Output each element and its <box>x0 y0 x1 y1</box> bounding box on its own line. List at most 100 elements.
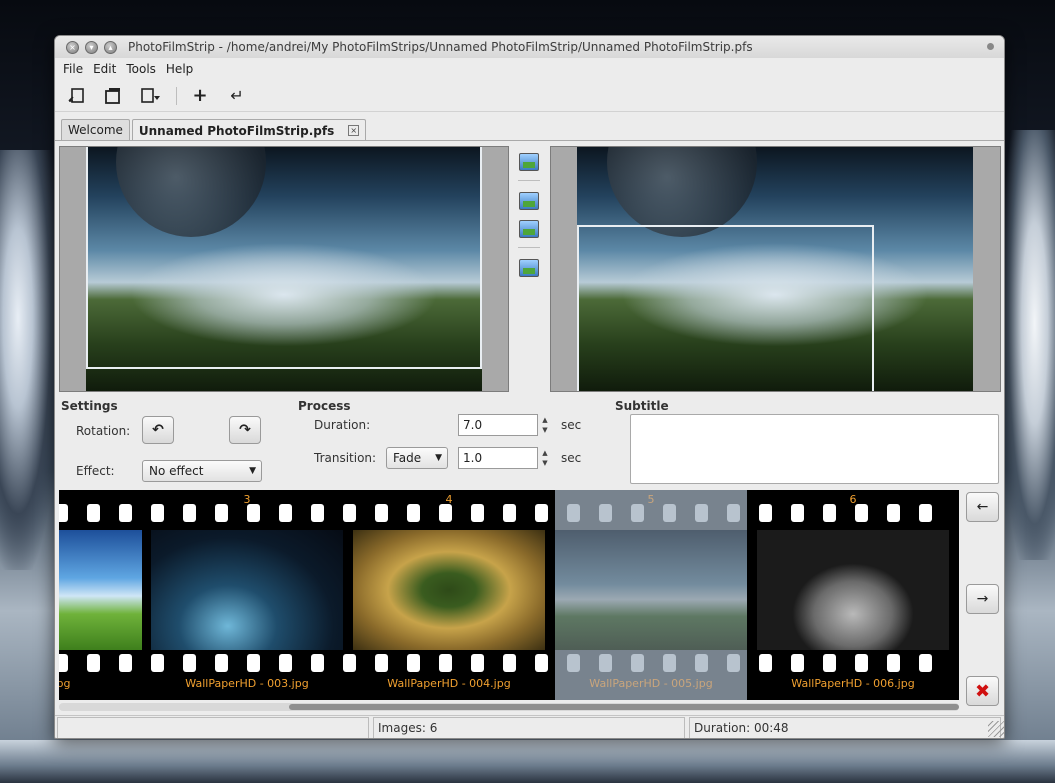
transition-unit: sec <box>561 451 582 465</box>
frame-number: 6 <box>849 493 857 506</box>
render-icon <box>141 87 160 103</box>
app-window: × ▾ ▴ PhotoFilmStrip - /home/andrei/My P… <box>54 35 1005 739</box>
swap-rects-button[interactable] <box>516 256 542 280</box>
status-left <box>57 717 369 738</box>
frame-thumbnail <box>59 530 142 650</box>
title-bar: × ▾ ▴ PhotoFilmStrip - /home/andrei/My P… <box>55 36 1004 58</box>
tab-welcome[interactable]: Welcome <box>61 119 130 140</box>
subtitle-textarea[interactable] <box>630 414 999 484</box>
menu-bar: File Edit Tools Help <box>55 58 1004 80</box>
move-right-button[interactable]: → <box>966 584 999 614</box>
process-heading: Process <box>298 399 351 413</box>
window-minimize-button[interactable]: ▾ <box>85 41 98 54</box>
frame-thumbnail <box>151 530 343 650</box>
scrollbar-thumb[interactable] <box>289 704 959 710</box>
toolbar: + ↵ <box>55 80 1004 112</box>
transition-label: Transition: <box>314 451 377 465</box>
import-pictures-button[interactable]: + <box>187 83 213 109</box>
frame-number: 3 <box>243 493 251 506</box>
tab-close-icon[interactable]: × <box>348 125 360 136</box>
rotation-label: Rotation: <box>76 424 131 438</box>
effect-select[interactable]: No effect ▼ <box>142 460 262 482</box>
copy-to-start-button[interactable] <box>516 217 542 241</box>
duration-input[interactable]: 7.0 ▲ ▼ <box>458 414 548 436</box>
film-frame[interactable]: - 002.jpg <box>59 490 142 700</box>
resize-grip-icon[interactable] <box>988 721 1004 737</box>
menu-tools[interactable]: Tools <box>122 62 160 76</box>
film-frame[interactable]: 6 WallPaperHD - 006.jpg <box>757 490 949 700</box>
toolbar-separator <box>176 86 177 105</box>
status-images: Images: 6 <box>373 717 685 738</box>
transition-duration-value: 1.0 <box>463 451 483 465</box>
copy-to-end-button[interactable] <box>516 189 542 213</box>
rotate-left-button[interactable]: ↶ <box>142 416 174 444</box>
desktop-tree-right <box>1004 130 1055 560</box>
planet-shape-2 <box>607 147 757 237</box>
preview-tools <box>511 146 547 392</box>
transition-duration-spinner[interactable]: ▲ ▼ <box>539 448 551 470</box>
start-rect-preview[interactable] <box>59 146 509 392</box>
move-left-button[interactable]: ← <box>966 492 999 522</box>
film-frame[interactable]: 3 WallPaperHD - 003.jpg <box>151 490 343 700</box>
film-frame-selected[interactable]: 5 WallPaperHD - 005.jpg <box>555 490 747 700</box>
frame-filename: - 002.jpg <box>59 677 71 690</box>
frame-number: 5 <box>647 493 655 506</box>
open-project-button[interactable] <box>100 83 126 109</box>
render-button[interactable] <box>137 83 163 109</box>
duration-spinner[interactable]: ▲ ▼ <box>539 415 551 437</box>
duration-unit: sec <box>561 418 582 432</box>
open-project-icon <box>105 87 120 104</box>
frame-filename: WallPaperHD - 006.jpg <box>791 677 915 690</box>
end-selection-rect[interactable] <box>577 225 874 391</box>
frame-filename: WallPaperHD - 004.jpg <box>387 677 511 690</box>
status-duration: Duration: 00:48 <box>689 717 1001 738</box>
new-project-icon <box>68 87 84 103</box>
transition-select[interactable]: Fade ▼ <box>386 447 448 469</box>
window-menu-dot[interactable] <box>987 43 994 50</box>
arrow-right-image-icon <box>519 192 539 210</box>
frame-thumbnail <box>757 530 949 650</box>
frame-filename: WallPaperHD - 003.jpg <box>185 677 309 690</box>
frame-thumbnail <box>353 530 545 650</box>
ken-burns-button[interactable] <box>516 150 542 174</box>
menu-file[interactable]: File <box>59 62 87 76</box>
status-bar: Images: 6 Duration: 00:48 <box>55 715 1004 738</box>
new-project-button[interactable] <box>63 83 89 109</box>
tools-separator <box>518 180 540 181</box>
tools-separator-2 <box>518 247 540 248</box>
film-frame[interactable]: 4 WallPaperHD - 004.jpg <box>353 490 545 700</box>
tab-bar: Welcome Unnamed PhotoFilmStrip.pfs × <box>61 119 368 141</box>
desktop-water <box>0 740 1055 783</box>
settings-heading: Settings <box>61 399 118 413</box>
effect-select-value: No effect <box>149 464 204 478</box>
effect-label: Effect: <box>76 464 115 478</box>
window-maximize-button[interactable]: ▴ <box>104 41 117 54</box>
menu-edit[interactable]: Edit <box>89 62 120 76</box>
arrow-left-image-icon <box>519 220 539 238</box>
duration-value: 7.0 <box>463 418 483 432</box>
frame-number: 4 <box>445 493 453 506</box>
swap-image-icon <box>519 259 539 277</box>
insert-button[interactable]: ↵ <box>224 83 250 109</box>
window-title: PhotoFilmStrip - /home/andrei/My PhotoFi… <box>128 40 753 54</box>
magic-image-icon <box>519 153 539 171</box>
chevron-down-icon: ▼ <box>249 466 256 476</box>
transition-select-value: Fade <box>393 451 422 465</box>
frame-thumbnail <box>555 530 747 650</box>
rotate-right-button[interactable]: ↷ <box>229 416 261 444</box>
chevron-down-icon-2: ▼ <box>435 453 442 463</box>
tab-panel-border <box>55 140 1004 141</box>
window-close-button[interactable]: × <box>66 41 79 54</box>
filmstrip[interactable]: - 002.jpg 3 WallPaperHD - 003.jpg 4 Wall… <box>59 490 959 700</box>
desktop-tree-left <box>0 150 60 570</box>
transition-duration-input[interactable]: 1.0 ▲ ▼ <box>458 447 548 469</box>
remove-image-button[interactable]: ✖ <box>966 676 999 706</box>
start-selection-rect[interactable] <box>86 147 482 369</box>
tab-project[interactable]: Unnamed PhotoFilmStrip.pfs × <box>131 119 367 141</box>
subtitle-heading: Subtitle <box>615 399 669 413</box>
menu-help[interactable]: Help <box>162 62 197 76</box>
end-rect-preview[interactable] <box>550 146 1001 392</box>
filmstrip-scrollbar[interactable] <box>59 703 959 711</box>
frame-filename: WallPaperHD - 005.jpg <box>589 677 713 690</box>
tab-project-label: Unnamed PhotoFilmStrip.pfs <box>138 123 335 138</box>
